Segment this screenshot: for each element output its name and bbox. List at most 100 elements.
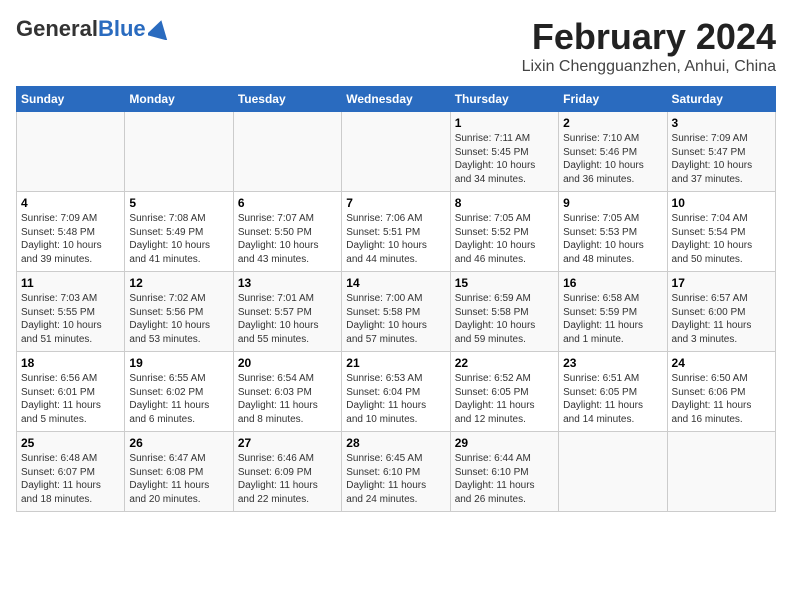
day-number: 25	[21, 436, 120, 450]
day-number: 12	[129, 276, 228, 290]
calendar-cell: 2 Sunrise: 7:10 AMSunset: 5:46 PMDaylight…	[559, 112, 667, 192]
weekday-header: Sunday	[17, 87, 125, 112]
calendar-cell	[17, 112, 125, 192]
day-number: 10	[672, 196, 771, 210]
day-number: 6	[238, 196, 337, 210]
page-header: GeneralBlue February 2024 Lixin Chenggua…	[16, 16, 776, 76]
day-number: 28	[346, 436, 445, 450]
calendar-cell: 9Sunrise: 7:05 AMSunset: 5:53 PMDaylight…	[559, 192, 667, 272]
day-number: 15	[455, 276, 554, 290]
day-detail: Sunrise: 7:09 AMSunset: 5:47 PMDaylight:…	[672, 132, 771, 186]
calendar-week-row: 18 Sunrise: 6:56 AMSunset: 6:01 PMDayligh…	[17, 352, 776, 432]
day-number: 13	[238, 276, 337, 290]
day-number: 2	[563, 116, 662, 130]
day-detail: Sunrise: 7:09 AMSunset: 5:48 PMDaylight:…	[21, 212, 120, 266]
day-detail: Sunrise: 6:53 AMSunset: 6:04 PMDaylight:…	[346, 372, 445, 426]
calendar-cell: 19 Sunrise: 6:55 AMSunset: 6:02 PMDayligh…	[125, 352, 233, 432]
logo-general: GeneralBlue	[16, 16, 146, 42]
location-subtitle: Lixin Chengguanzhen, Anhui, China	[522, 58, 776, 76]
day-number: 9	[563, 196, 662, 210]
calendar-cell: 1 Sunrise: 7:11 AMSunset: 5:45 PMDaylight…	[450, 112, 558, 192]
calendar-cell: 27Sunrise: 6:46 AMSunset: 6:09 PMDayligh…	[233, 432, 341, 512]
day-detail: Sunrise: 7:04 AMSunset: 5:54 PMDaylight:…	[672, 212, 771, 266]
calendar-cell: 16 Sunrise: 6:58 AMSunset: 5:59 PMDayligh…	[559, 272, 667, 352]
month-year-title: February 2024	[522, 16, 776, 58]
day-detail: Sunrise: 7:02 AMSunset: 5:56 PMDaylight:…	[129, 292, 228, 346]
calendar-cell: 18 Sunrise: 6:56 AMSunset: 6:01 PMDayligh…	[17, 352, 125, 432]
calendar-cell: 10 Sunrise: 7:04 AMSunset: 5:54 PMDayligh…	[667, 192, 775, 272]
calendar-cell: 23 Sunrise: 6:51 AMSunset: 6:05 PMDayligh…	[559, 352, 667, 432]
day-detail: Sunrise: 7:11 AMSunset: 5:45 PMDaylight:…	[455, 132, 554, 186]
calendar-cell: 25 Sunrise: 6:48 AMSunset: 6:07 PMDayligh…	[17, 432, 125, 512]
calendar-cell	[233, 112, 341, 192]
calendar-cell: 12 Sunrise: 7:02 AMSunset: 5:56 PMDayligh…	[125, 272, 233, 352]
day-number: 7	[346, 196, 445, 210]
calendar-cell: 6 Sunrise: 7:07 AMSunset: 5:50 PMDaylight…	[233, 192, 341, 272]
calendar-cell	[125, 112, 233, 192]
day-detail: Sunrise: 6:44 AMSunset: 6:10 PMDaylight:…	[455, 452, 554, 506]
day-number: 27	[238, 436, 337, 450]
day-number: 19	[129, 356, 228, 370]
day-detail: Sunrise: 7:06 AMSunset: 5:51 PMDaylight:…	[346, 212, 445, 266]
title-block: February 2024 Lixin Chengguanzhen, Anhui…	[522, 16, 776, 76]
day-detail: Sunrise: 6:54 AMSunset: 6:03 PMDaylight:…	[238, 372, 337, 426]
calendar-week-row: 1 Sunrise: 7:11 AMSunset: 5:45 PMDaylight…	[17, 112, 776, 192]
calendar-cell: 26Sunrise: 6:47 AMSunset: 6:08 PMDayligh…	[125, 432, 233, 512]
weekday-header: Wednesday	[342, 87, 450, 112]
calendar-week-row: 4 Sunrise: 7:09 AMSunset: 5:48 PMDaylight…	[17, 192, 776, 272]
day-detail: Sunrise: 6:51 AMSunset: 6:05 PMDaylight:…	[563, 372, 662, 426]
day-number: 3	[672, 116, 771, 130]
day-number: 29	[455, 436, 554, 450]
day-detail: Sunrise: 6:55 AMSunset: 6:02 PMDaylight:…	[129, 372, 228, 426]
day-detail: Sunrise: 7:07 AMSunset: 5:50 PMDaylight:…	[238, 212, 337, 266]
day-number: 22	[455, 356, 554, 370]
day-detail: Sunrise: 6:52 AMSunset: 6:05 PMDaylight:…	[455, 372, 554, 426]
calendar-cell: 15 Sunrise: 6:59 AMSunset: 5:58 PMDayligh…	[450, 272, 558, 352]
day-number: 23	[563, 356, 662, 370]
day-number: 26	[129, 436, 228, 450]
weekday-header: Friday	[559, 87, 667, 112]
day-number: 1	[455, 116, 554, 130]
calendar-table: SundayMondayTuesdayWednesdayThursdayFrid…	[16, 86, 776, 512]
day-detail: Sunrise: 7:10 AMSunset: 5:46 PMDaylight:…	[563, 132, 662, 186]
day-detail: Sunrise: 7:05 AMSunset: 5:52 PMDaylight:…	[455, 212, 554, 266]
calendar-cell: 3 Sunrise: 7:09 AMSunset: 5:47 PMDaylight…	[667, 112, 775, 192]
day-number: 20	[238, 356, 337, 370]
day-detail: Sunrise: 7:01 AMSunset: 5:57 PMDaylight:…	[238, 292, 337, 346]
weekday-header: Thursday	[450, 87, 558, 112]
calendar-cell: 17 Sunrise: 6:57 AMSunset: 6:00 PMDayligh…	[667, 272, 775, 352]
day-detail: Sunrise: 6:57 AMSunset: 6:00 PMDaylight:…	[672, 292, 771, 346]
day-detail: Sunrise: 7:00 AMSunset: 5:58 PMDaylight:…	[346, 292, 445, 346]
day-number: 14	[346, 276, 445, 290]
day-detail: Sunrise: 6:58 AMSunset: 5:59 PMDaylight:…	[563, 292, 662, 346]
calendar-cell: 14 Sunrise: 7:00 AMSunset: 5:58 PMDayligh…	[342, 272, 450, 352]
calendar-cell: 4 Sunrise: 7:09 AMSunset: 5:48 PMDaylight…	[17, 192, 125, 272]
calendar-cell	[559, 432, 667, 512]
day-number: 16	[563, 276, 662, 290]
calendar-cell: 8Sunrise: 7:05 AMSunset: 5:52 PMDaylight…	[450, 192, 558, 272]
day-number: 4	[21, 196, 120, 210]
calendar-cell: 29 Sunrise: 6:44 AMSunset: 6:10 PMDayligh…	[450, 432, 558, 512]
calendar-cell	[667, 432, 775, 512]
day-detail: Sunrise: 7:03 AMSunset: 5:55 PMDaylight:…	[21, 292, 120, 346]
calendar-cell: 22 Sunrise: 6:52 AMSunset: 6:05 PMDayligh…	[450, 352, 558, 432]
calendar-cell: 7 Sunrise: 7:06 AMSunset: 5:51 PMDaylight…	[342, 192, 450, 272]
calendar-cell: 21Sunrise: 6:53 AMSunset: 6:04 PMDayligh…	[342, 352, 450, 432]
day-number: 17	[672, 276, 771, 290]
day-number: 18	[21, 356, 120, 370]
day-number: 5	[129, 196, 228, 210]
calendar-cell: 28Sunrise: 6:45 AMSunset: 6:10 PMDayligh…	[342, 432, 450, 512]
day-detail: Sunrise: 6:59 AMSunset: 5:58 PMDaylight:…	[455, 292, 554, 346]
calendar-cell: 11 Sunrise: 7:03 AMSunset: 5:55 PMDayligh…	[17, 272, 125, 352]
calendar-cell: 5 Sunrise: 7:08 AMSunset: 5:49 PMDaylight…	[125, 192, 233, 272]
calendar-cell	[342, 112, 450, 192]
calendar-cell: 24Sunrise: 6:50 AMSunset: 6:06 PMDayligh…	[667, 352, 775, 432]
day-detail: Sunrise: 7:08 AMSunset: 5:49 PMDaylight:…	[129, 212, 228, 266]
day-detail: Sunrise: 6:48 AMSunset: 6:07 PMDaylight:…	[21, 452, 120, 506]
day-detail: Sunrise: 6:56 AMSunset: 6:01 PMDaylight:…	[21, 372, 120, 426]
day-detail: Sunrise: 6:50 AMSunset: 6:06 PMDaylight:…	[672, 372, 771, 426]
day-number: 11	[21, 276, 120, 290]
weekday-header: Tuesday	[233, 87, 341, 112]
calendar-week-row: 11 Sunrise: 7:03 AMSunset: 5:55 PMDayligh…	[17, 272, 776, 352]
calendar-cell: 20 Sunrise: 6:54 AMSunset: 6:03 PMDayligh…	[233, 352, 341, 432]
